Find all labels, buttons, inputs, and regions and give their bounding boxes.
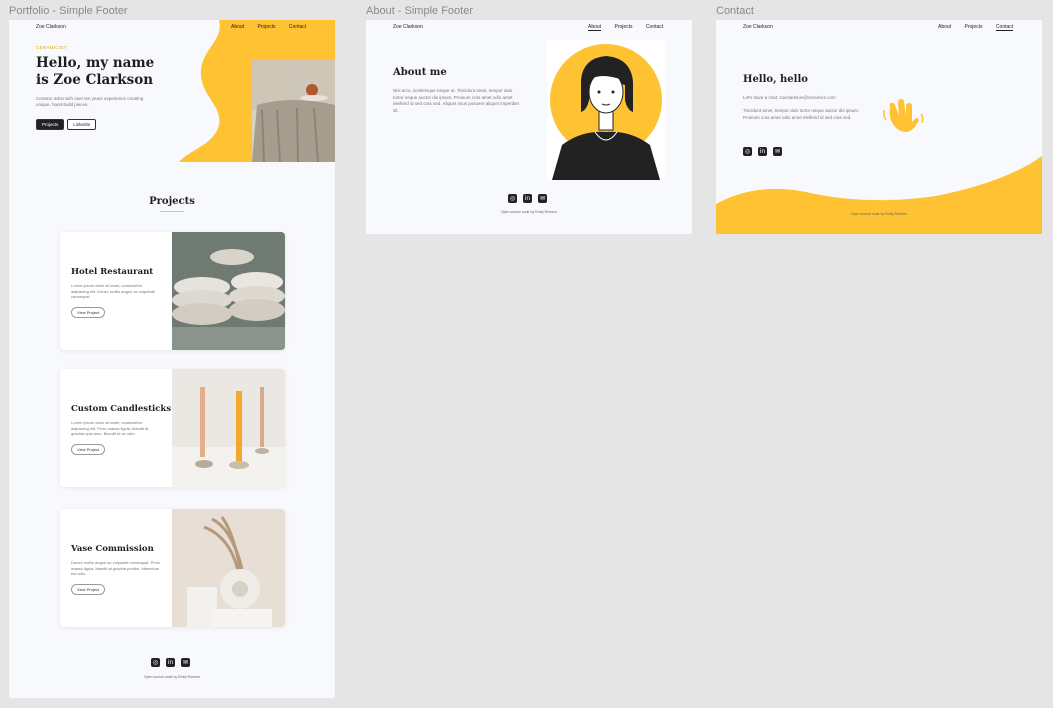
project-card-title: Custom Candlesticks [71,404,172,414]
mail-icon[interactable]: ✉ [538,194,547,203]
nav-contact[interactable]: Contact [646,24,663,30]
hero-eyebrow: CERAMICIST [36,45,67,50]
about-frame: Zoe Clarkson About Projects Contact Abou… [366,20,692,234]
nav-projects[interactable]: Projects [964,24,982,30]
contact-email-line: Let's have a chat: zoeclarkson@ceramics.… [743,95,836,100]
linkedin-icon[interactable]: in [166,658,175,667]
projects-underline [160,211,184,212]
view-project-button[interactable]: View Project [71,584,106,595]
nav-contact[interactable]: Contact [995,24,1014,31]
footer-credit: Open source code by Emily Romero [850,212,908,216]
hero-buttons: Projects LinkedIn [36,119,97,130]
project-card-title: Hotel Restaurant [71,267,154,277]
view-project-button[interactable]: View Project [71,444,106,455]
contact-heading: Hello, hello [743,74,808,85]
mail-icon[interactable]: ✉ [181,658,190,667]
contact-text: Tincidunt amet, tempor duis tortor neque… [743,108,860,120]
about-heading: About me [393,67,447,78]
top-nav: About Projects Contact [231,24,306,30]
portfolio-social-links: ◎ in ✉ [151,658,190,667]
nav-about[interactable]: About [938,24,951,30]
waving-hand-icon [883,99,924,132]
logo[interactable]: Zoe Clarkson [393,24,423,30]
footer-credit: Open source code by Emily Romero [143,675,201,679]
projects-heading: Projects [149,196,195,207]
linkedin-button[interactable]: LinkedIn [67,119,97,130]
top-nav: About Projects Contact [588,24,663,31]
view-project-button[interactable]: View Project [71,307,106,318]
portrait-illustration [547,40,665,180]
project-card-text: Lorem ipsum dolor sit amet, consectetur … [71,283,156,299]
project-card-text: Lorem ipsum dolor sit amet, consectetur … [71,420,149,436]
project-card-candlesticks[interactable]: Custom Candlesticks Lorem ipsum dolor si… [60,369,285,487]
logo[interactable]: Zoe Clarkson [36,24,66,30]
nav-projects[interactable]: Projects [614,24,632,30]
nav-contact[interactable]: Contact [289,24,306,30]
hero-title: Hello, my name is Zoe Clarkson [36,55,154,89]
footer-credit: Open source code by Emily Romero [500,210,558,214]
project-image-vase [172,509,285,627]
hero-title-line-2: is Zoe Clarkson [36,72,154,88]
about-frame-label: About - Simple Footer [366,5,473,17]
projects-button[interactable]: Projects [36,119,65,130]
nav-about[interactable]: About [588,24,602,31]
portfolio-frame: Zoe Clarkson About Projects Contact CERA… [9,20,335,698]
about-text: Nisi arcu, scelerisque neque ut. Tincidu… [393,88,519,113]
top-nav: About Projects Contact [938,24,1014,31]
project-image-candles [172,369,285,487]
project-card-hotel[interactable]: Hotel Restaurant Lorem ipsum dolor sit a… [60,232,285,350]
instagram-icon[interactable]: ◎ [151,658,160,667]
portfolio-frame-label: Portfolio - Simple Footer [9,5,128,17]
project-image-bowls [172,232,285,350]
project-card-text: Donec mollis augue ac vulputate consequa… [71,560,160,576]
logo[interactable]: Zoe Clarkson [743,24,773,30]
project-card-title: Vase Commission [71,544,154,554]
nav-projects[interactable]: Projects [257,24,275,30]
contact-frame-label: Contact [716,5,754,17]
hero-photo [252,60,335,162]
project-card-vase[interactable]: Vase Commission Donec mollis augue ac vu… [60,509,285,627]
linkedin-icon[interactable]: in [523,194,532,203]
hero-text: Ceramic artist with over ten years exper… [36,96,144,107]
about-social-links: ◎ in ✉ [508,194,547,203]
instagram-icon[interactable]: ◎ [508,194,517,203]
contact-frame: Zoe Clarkson About Projects Contact Hell… [716,20,1042,234]
nav-about[interactable]: About [231,24,244,30]
hero-title-line-1: Hello, my name [36,55,155,71]
contact-footer-wave [716,156,1042,234]
